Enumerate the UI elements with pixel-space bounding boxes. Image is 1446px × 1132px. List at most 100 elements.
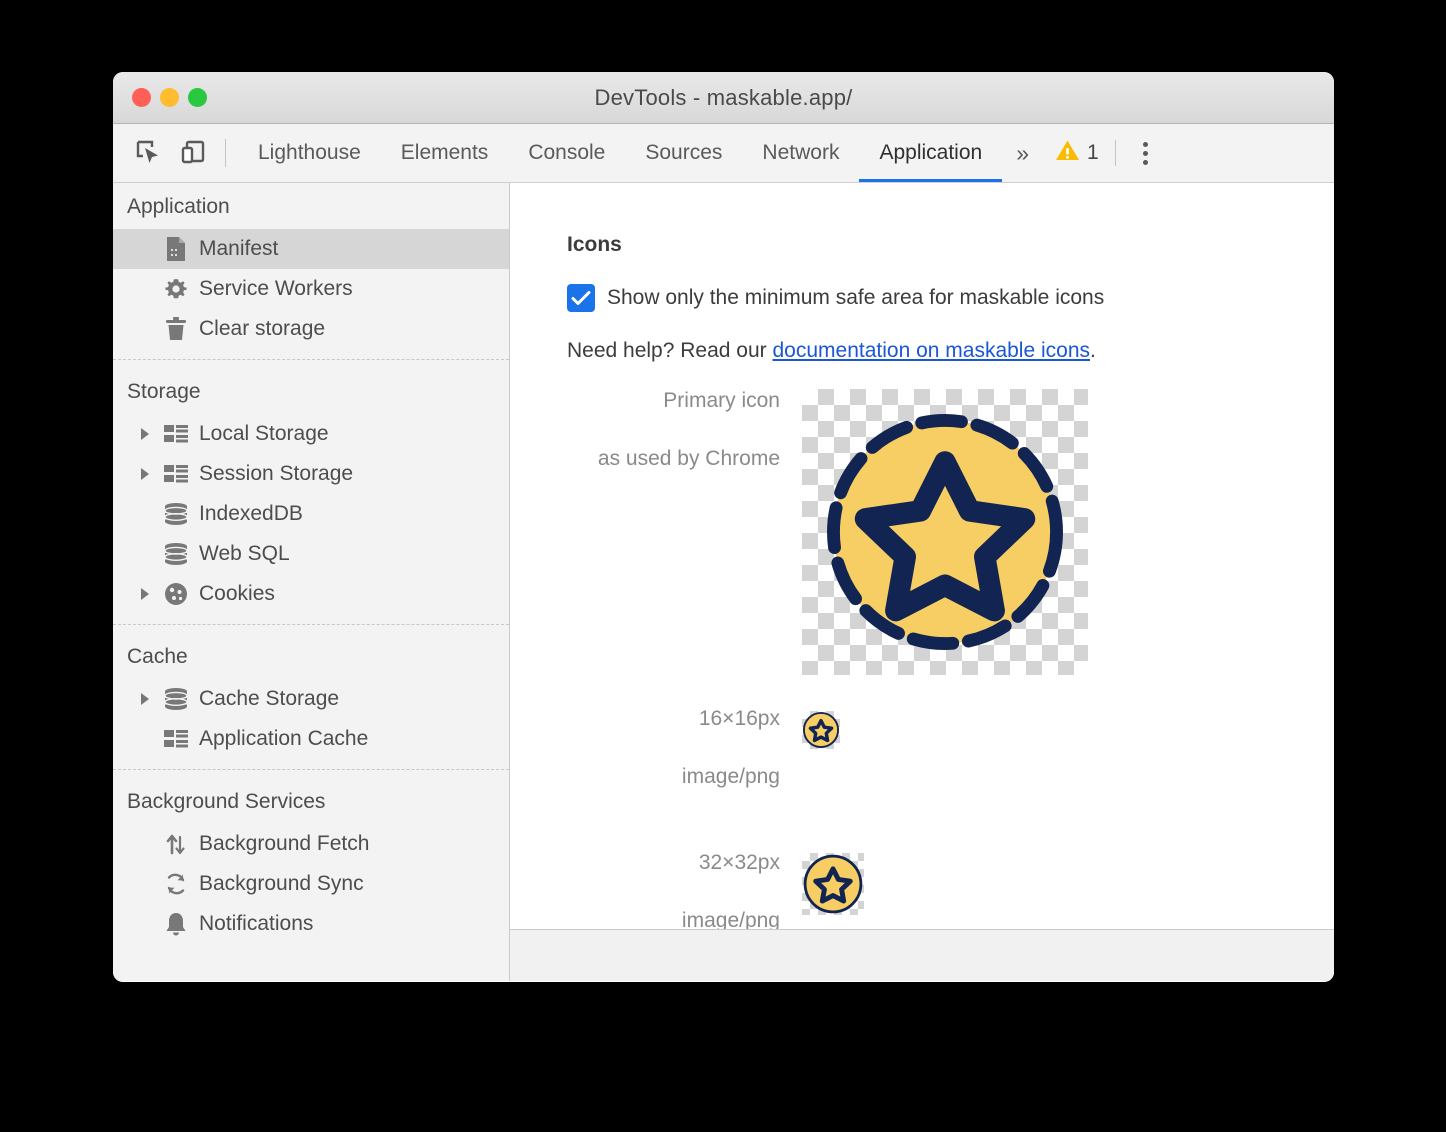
help-suffix: . bbox=[1090, 339, 1096, 362]
primary-icon-label-line1: Primary icon bbox=[567, 389, 780, 413]
sidebar-item-label: Background Fetch bbox=[199, 832, 369, 856]
database-icon bbox=[159, 542, 193, 566]
tab-label: Console bbox=[528, 141, 605, 165]
expand-arrow-icon[interactable] bbox=[139, 467, 159, 481]
more-vertical-icon bbox=[1143, 142, 1148, 147]
more-tabs-button[interactable]: » bbox=[1002, 124, 1043, 182]
maskable-star-icon bbox=[802, 711, 840, 749]
sidebar-item-notifications[interactable]: Notifications bbox=[113, 904, 509, 944]
expand-arrow-icon[interactable] bbox=[139, 587, 159, 601]
help-text: Need help? Read our documentation on mas… bbox=[567, 339, 1334, 363]
panel-tabs: Lighthouse Elements Console Sources Netw… bbox=[238, 124, 1334, 182]
table-icon bbox=[159, 463, 193, 485]
sidebar-item-cookies[interactable]: Cookies bbox=[113, 574, 509, 614]
database-icon bbox=[159, 687, 193, 711]
warning-count: 1 bbox=[1087, 141, 1099, 165]
tab-console[interactable]: Console bbox=[508, 124, 625, 182]
warnings-indicator[interactable]: 1 bbox=[1043, 124, 1107, 182]
maximize-window-button[interactable] bbox=[188, 88, 207, 107]
sidebar-item-clear-storage[interactable]: Clear storage bbox=[113, 309, 509, 349]
maskable-star-icon bbox=[802, 389, 1088, 675]
sidebar-item-label: Session Storage bbox=[199, 462, 353, 486]
sidebar-item-label: Web SQL bbox=[199, 542, 290, 566]
primary-icon-labels: Primary icon as used by Chrome bbox=[567, 389, 802, 471]
close-window-button[interactable] bbox=[132, 88, 151, 107]
help-prefix: Need help? Read our bbox=[567, 339, 772, 362]
tab-sources[interactable]: Sources bbox=[625, 124, 742, 182]
table-icon bbox=[159, 423, 193, 445]
primary-icon-row: Primary icon as used by Chrome bbox=[567, 389, 1334, 675]
icons-section: Icons Show only the minimum safe area fo… bbox=[510, 183, 1334, 933]
inspect-element-button[interactable] bbox=[127, 124, 171, 182]
icon-row-16: 16×16px image/png bbox=[567, 707, 1334, 789]
manifest-panel: Icons Show only the minimum safe area fo… bbox=[510, 183, 1334, 981]
sidebar-item-label: Cache Storage bbox=[199, 687, 339, 711]
tab-network[interactable]: Network bbox=[742, 124, 859, 182]
sidebar-item-cache-storage[interactable]: Cache Storage bbox=[113, 679, 509, 719]
application-sidebar: Application Manifest bbox=[113, 183, 510, 981]
tab-application[interactable]: Application bbox=[859, 124, 1002, 182]
icon-size-label: 16×16px bbox=[567, 707, 780, 731]
sidebar-section-background-services: Background Services Background Fetch bbox=[113, 769, 509, 948]
document-icon bbox=[159, 236, 193, 262]
devtools-window: DevTools - maskable.app/ Lighthous bbox=[113, 72, 1334, 982]
sidebar-section-header: Application bbox=[113, 183, 509, 229]
tab-label: Network bbox=[762, 141, 839, 165]
sidebar-item-label: Clear storage bbox=[199, 317, 325, 341]
maskable-safe-area-row: Show only the minimum safe area for mask… bbox=[567, 284, 1334, 312]
sidebar-item-label: Notifications bbox=[199, 912, 313, 936]
more-vertical-icon bbox=[1143, 160, 1148, 165]
device-toolbar-button[interactable] bbox=[171, 124, 215, 182]
sidebar-item-manifest[interactable]: Manifest bbox=[113, 229, 509, 269]
sidebar-item-label: IndexedDB bbox=[199, 502, 303, 526]
sidebar-section-header: Background Services bbox=[113, 778, 509, 824]
sidebar-item-local-storage[interactable]: Local Storage bbox=[113, 414, 509, 454]
inspect-element-icon bbox=[136, 140, 162, 166]
device-toolbar-icon bbox=[180, 140, 206, 166]
checkbox-label: Show only the minimum safe area for mask… bbox=[607, 286, 1104, 310]
toolbar-divider bbox=[225, 139, 226, 167]
sidebar-item-background-fetch[interactable]: Background Fetch bbox=[113, 824, 509, 864]
sidebar-item-indexeddb[interactable]: IndexedDB bbox=[113, 494, 509, 534]
sidebar-item-label: Cookies bbox=[199, 582, 275, 606]
icon-row-32: 32×32px image/png bbox=[567, 851, 1334, 933]
chevron-double-right-icon: » bbox=[1016, 140, 1029, 167]
tab-label: Sources bbox=[645, 141, 722, 165]
table-icon bbox=[159, 728, 193, 750]
more-vertical-icon bbox=[1143, 151, 1148, 156]
sidebar-item-background-sync[interactable]: Background Sync bbox=[113, 864, 509, 904]
more-options-button[interactable] bbox=[1124, 124, 1168, 182]
toolbar-divider-2 bbox=[1115, 140, 1116, 166]
icon-mime-label: image/png bbox=[682, 765, 780, 788]
panel-footer bbox=[510, 929, 1334, 981]
sidebar-item-session-storage[interactable]: Session Storage bbox=[113, 454, 509, 494]
sidebar-item-label: Manifest bbox=[199, 237, 278, 261]
gear-icon bbox=[159, 276, 193, 302]
sidebar-section-application: Application Manifest bbox=[113, 183, 509, 353]
tab-label: Application bbox=[879, 141, 982, 165]
window-titlebar: DevTools - maskable.app/ bbox=[113, 72, 1334, 124]
cookie-icon bbox=[159, 581, 193, 607]
show-minimum-safe-area-checkbox[interactable] bbox=[567, 284, 595, 312]
expand-arrow-icon[interactable] bbox=[139, 692, 159, 706]
up-down-arrows-icon bbox=[159, 831, 193, 857]
window-title: DevTools - maskable.app/ bbox=[113, 85, 1334, 111]
sidebar-item-service-workers[interactable]: Service Workers bbox=[113, 269, 509, 309]
sidebar-section-storage: Storage bbox=[113, 359, 509, 618]
database-icon bbox=[159, 502, 193, 526]
tab-lighthouse[interactable]: Lighthouse bbox=[238, 124, 381, 182]
sidebar-item-label: Service Workers bbox=[199, 277, 353, 301]
sidebar-item-application-cache[interactable]: Application Cache bbox=[113, 719, 509, 759]
warning-triangle-icon bbox=[1055, 139, 1080, 167]
sidebar-item-web-sql[interactable]: Web SQL bbox=[113, 534, 509, 574]
expand-arrow-icon[interactable] bbox=[139, 427, 159, 441]
sidebar-section-cache: Cache C bbox=[113, 624, 509, 763]
devtools-toolbar: Lighthouse Elements Console Sources Netw… bbox=[113, 124, 1334, 183]
tab-elements[interactable]: Elements bbox=[381, 124, 509, 182]
maskable-docs-link[interactable]: documentation on maskable icons bbox=[772, 339, 1090, 362]
sidebar-item-label: Background Sync bbox=[199, 872, 364, 896]
minimize-window-button[interactable] bbox=[160, 88, 179, 107]
primary-icon-label-line2: as used by Chrome bbox=[567, 447, 780, 471]
icon-32-preview bbox=[802, 853, 864, 915]
sidebar-item-label: Local Storage bbox=[199, 422, 329, 446]
